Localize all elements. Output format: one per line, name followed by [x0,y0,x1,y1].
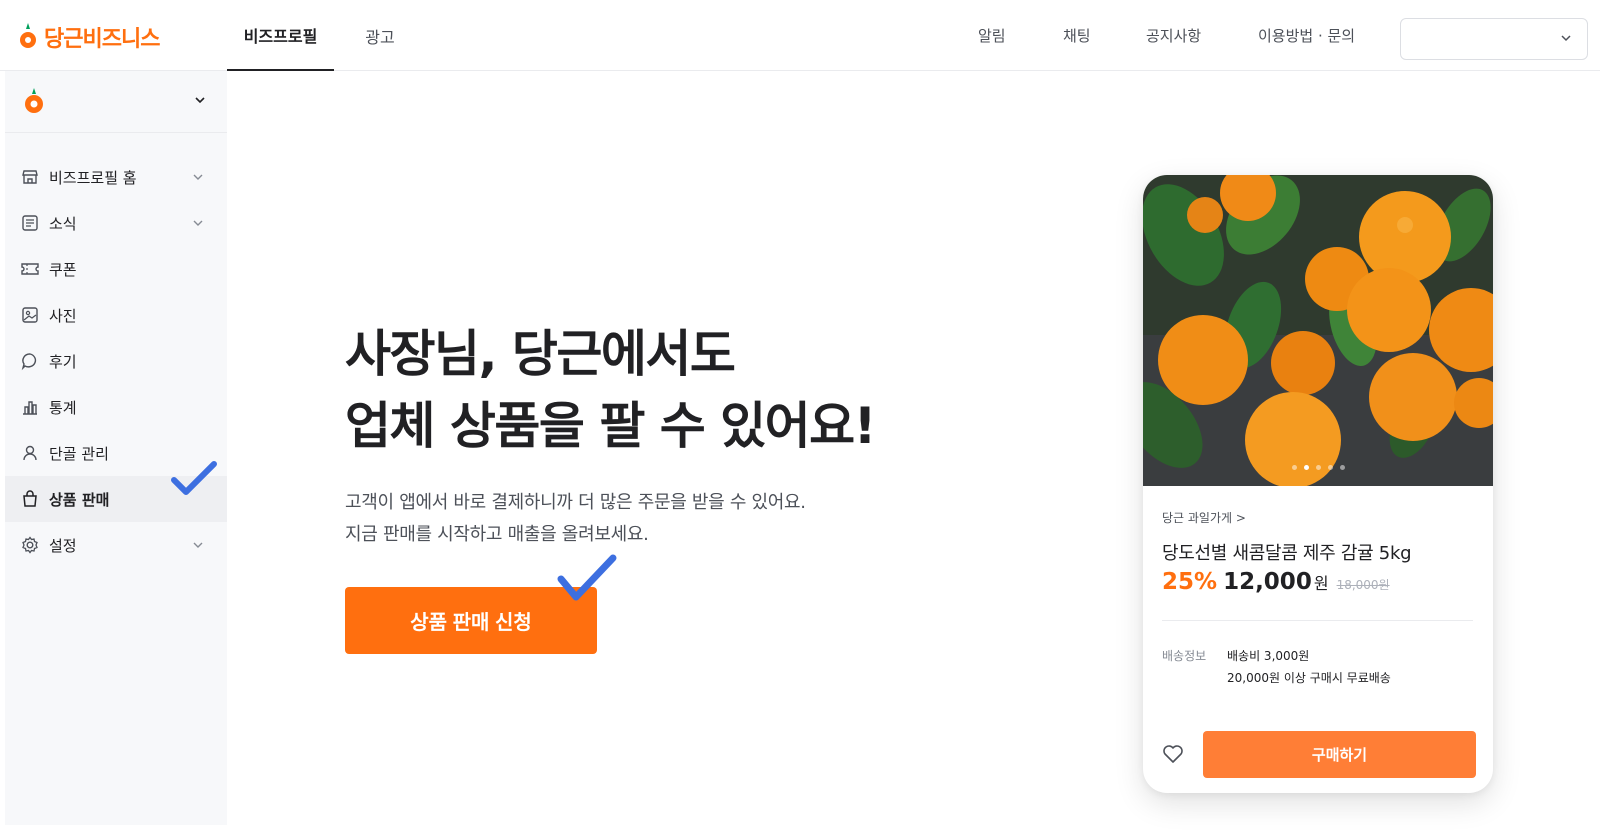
shipping-label: 배송정보 [1162,649,1207,663]
heart-icon[interactable] [1162,744,1184,764]
sidebar-item-label: 사진 [49,306,77,325]
coupon-icon [21,263,39,275]
hero-desc-line1: 고객이 앱에서 바로 결제하니까 더 많은 주문을 받을 수 있어요. [345,492,806,513]
free-shipping-info: 20,000원 이상 구매시 무료배송 [1227,671,1391,685]
carousel-dot[interactable] [1328,465,1333,470]
account-select[interactable] [1400,18,1588,60]
hero-title: 사장님, 당근에서도 업체 상품을 팔 수 있어요! [345,318,876,462]
price-row: 25% 12,000 원 18,000원 [1162,569,1390,595]
top-header: 당근비즈니스 비즈프로필 광고 알림 채팅 공지사항 이용방법 · 문의 [0,0,1600,71]
product-name: 당도선별 새콤달콤 제주 감귤 5kg [1162,543,1412,564]
sidebar-item-photo[interactable]: 사진 [5,292,227,338]
shipping-fee: 배송비 3,000원 [1227,649,1310,663]
annotation-check-icon [557,554,617,601]
store-icon [22,170,38,184]
product-preview-card: 당근 과일가게 > 당도선별 새콤달콤 제주 감귤 5kg 25% 12,000… [1143,175,1493,793]
sidebar-item-label: 쿠폰 [49,260,77,279]
shop-link[interactable]: 당근 과일가게 > [1162,509,1246,526]
nav-alarm[interactable]: 알림 [978,0,1006,71]
carousel-dot[interactable] [1316,465,1321,470]
sidebar-item-bizprofile-home[interactable]: 비즈프로필 홈 [5,154,227,200]
chevron-down-icon [193,174,203,180]
stats-icon [23,401,37,415]
carrot-icon [25,88,43,113]
sidebar-item-stats[interactable]: 통계 [5,384,227,430]
carousel-dot[interactable] [1304,465,1309,470]
sidebar-item-label: 통계 [49,398,77,417]
chevron-down-icon [195,97,205,104]
gear-icon [22,536,38,554]
sidebar-item-label: 비즈프로필 홈 [49,168,137,187]
review-icon [21,353,37,371]
sidebar-item-label: 설정 [49,536,77,555]
original-price: 18,000원 [1336,578,1390,592]
sidebar-item-label: 상품 판매 [49,490,110,509]
sidebar-item-label: 단골 관리 [49,444,109,463]
nav-chat[interactable]: 채팅 [1063,0,1091,71]
divider [1162,620,1473,621]
tab-bizprofile[interactable]: 비즈프로필 [227,0,334,71]
carousel-dot[interactable] [1340,465,1345,470]
sidebar-item-settings[interactable]: 설정 [5,522,227,568]
mandarin-oranges-photo [1143,175,1493,486]
hero-title-line1: 사장님, 당근에서도 [345,325,736,383]
chevron-down-icon [193,220,203,226]
chevron-down-icon [1561,35,1571,42]
currency-unit: 원 [1313,574,1329,593]
sidebar-item-label: 소식 [49,214,77,233]
news-icon [22,215,38,231]
brand-name: 당근비즈니스 [44,27,160,52]
annotation-check-icon [171,461,217,495]
discount-rate: 25% [1162,569,1218,595]
carousel-dot[interactable] [1292,465,1297,470]
chevron-down-icon [193,542,203,548]
store-switcher[interactable] [5,71,227,133]
nav-guide[interactable]: 이용방법 · 문의 [1258,0,1355,71]
sidebar-item-review[interactable]: 후기 [5,338,227,384]
sidebar: 비즈프로필 홈 소식 쿠폰 사진 후기 통계 단골 관리 상품 판매 설정 [5,71,227,825]
tab-ads[interactable]: 광고 [356,0,404,71]
brand-logo[interactable]: 당근비즈니스 [18,19,160,55]
customer-icon [23,445,37,461]
nav-notice[interactable]: 공지사항 [1146,0,1201,71]
hero-description: 고객이 앱에서 바로 결제하니까 더 많은 주문을 받을 수 있어요. 지금 판… [345,487,806,551]
buy-button[interactable]: 구매하기 [1203,731,1476,778]
carrot-logo-icon [20,23,36,48]
sidebar-item-label: 후기 [49,352,77,371]
sale-price: 12,000 [1223,569,1312,595]
hero-title-line2: 업체 상품을 팔 수 있어요! [345,397,876,455]
sidebar-item-coupon[interactable]: 쿠폰 [5,246,227,292]
carousel-indicator [1292,465,1345,470]
sidebar-item-news[interactable]: 소식 [5,200,227,246]
photo-icon [22,307,38,323]
hero-desc-line2: 지금 판매를 시작하고 매출을 올려보세요. [345,524,649,545]
bag-icon [23,490,37,507]
